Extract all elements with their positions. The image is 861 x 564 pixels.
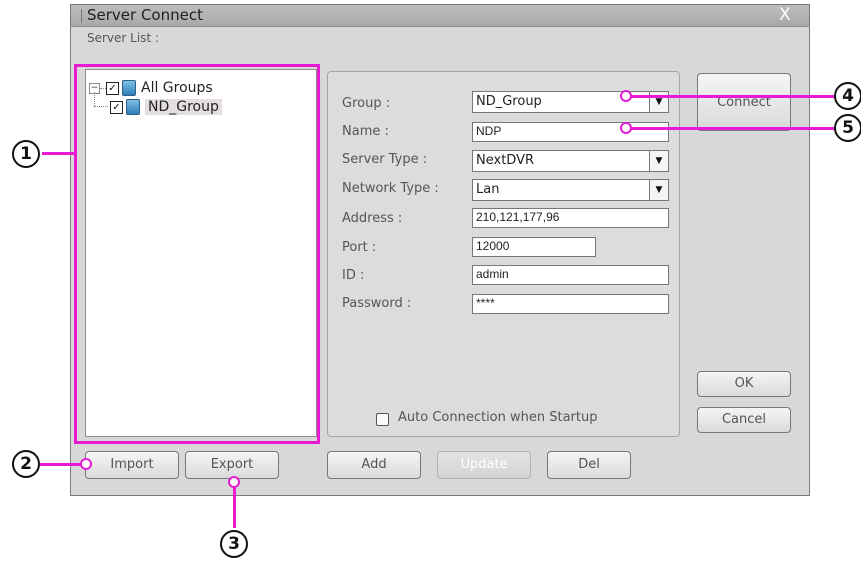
address-label: Address : bbox=[342, 211, 403, 226]
callout-badge-2: 2 bbox=[12, 450, 40, 478]
cancel-button[interactable]: Cancel bbox=[697, 407, 791, 433]
import-button[interactable]: Import bbox=[85, 451, 179, 479]
network-type-label: Network Type : bbox=[342, 181, 439, 196]
callout-line-1 bbox=[42, 152, 76, 155]
window-title: Server Connect bbox=[87, 6, 203, 24]
port-label: Port : bbox=[342, 240, 377, 255]
chevron-down-icon[interactable]: ▼ bbox=[649, 151, 668, 171]
callout-dot-2 bbox=[80, 458, 92, 470]
title-bar[interactable]: Server Connect X bbox=[71, 5, 809, 27]
callout-line-3 bbox=[233, 482, 236, 528]
connect-button[interactable]: Connect bbox=[697, 73, 791, 131]
server-list-label: Server List : bbox=[87, 31, 159, 45]
callout-badge-1: 1 bbox=[12, 140, 40, 168]
callout-badge-4: 4 bbox=[834, 82, 861, 110]
close-icon[interactable]: X bbox=[779, 5, 791, 25]
password-field[interactable]: **** bbox=[472, 294, 669, 314]
group-value: ND_Group bbox=[476, 94, 542, 109]
server-type-select[interactable]: NextDVR ▼ bbox=[472, 150, 669, 172]
network-type-select[interactable]: Lan ▼ bbox=[472, 179, 669, 201]
port-field[interactable]: 12000 bbox=[472, 237, 596, 257]
password-label: Password : bbox=[342, 296, 412, 311]
export-button[interactable]: Export bbox=[185, 451, 279, 479]
auto-connection-checkbox[interactable] bbox=[376, 413, 389, 426]
id-label: ID : bbox=[342, 268, 365, 283]
name-label: Name : bbox=[342, 124, 389, 139]
add-button[interactable]: Add bbox=[327, 451, 421, 479]
callout-line-4 bbox=[628, 95, 836, 98]
callout-dot-3 bbox=[228, 476, 240, 488]
callout-badge-3: 3 bbox=[220, 530, 248, 558]
callout-dot-5 bbox=[620, 122, 632, 134]
callout-dot-4 bbox=[620, 90, 632, 102]
network-type-value: Lan bbox=[476, 182, 500, 197]
del-button[interactable]: Del bbox=[547, 451, 631, 479]
callout-badge-5: 5 bbox=[834, 114, 861, 142]
group-label: Group : bbox=[342, 96, 391, 111]
auto-connection-label: Auto Connection when Startup bbox=[398, 410, 598, 425]
ok-button[interactable]: OK bbox=[697, 371, 791, 397]
name-field[interactable]: NDP bbox=[472, 122, 669, 142]
address-field[interactable]: 210,121,177,96 bbox=[472, 208, 669, 228]
title-separator bbox=[81, 9, 82, 23]
id-field[interactable]: admin bbox=[472, 265, 669, 285]
server-type-label: Server Type : bbox=[342, 152, 428, 167]
server-type-value: NextDVR bbox=[476, 153, 534, 168]
update-button[interactable]: Update bbox=[437, 451, 531, 479]
server-list-highlight bbox=[74, 64, 320, 444]
chevron-down-icon[interactable]: ▼ bbox=[649, 180, 668, 200]
callout-line-5 bbox=[628, 127, 836, 130]
